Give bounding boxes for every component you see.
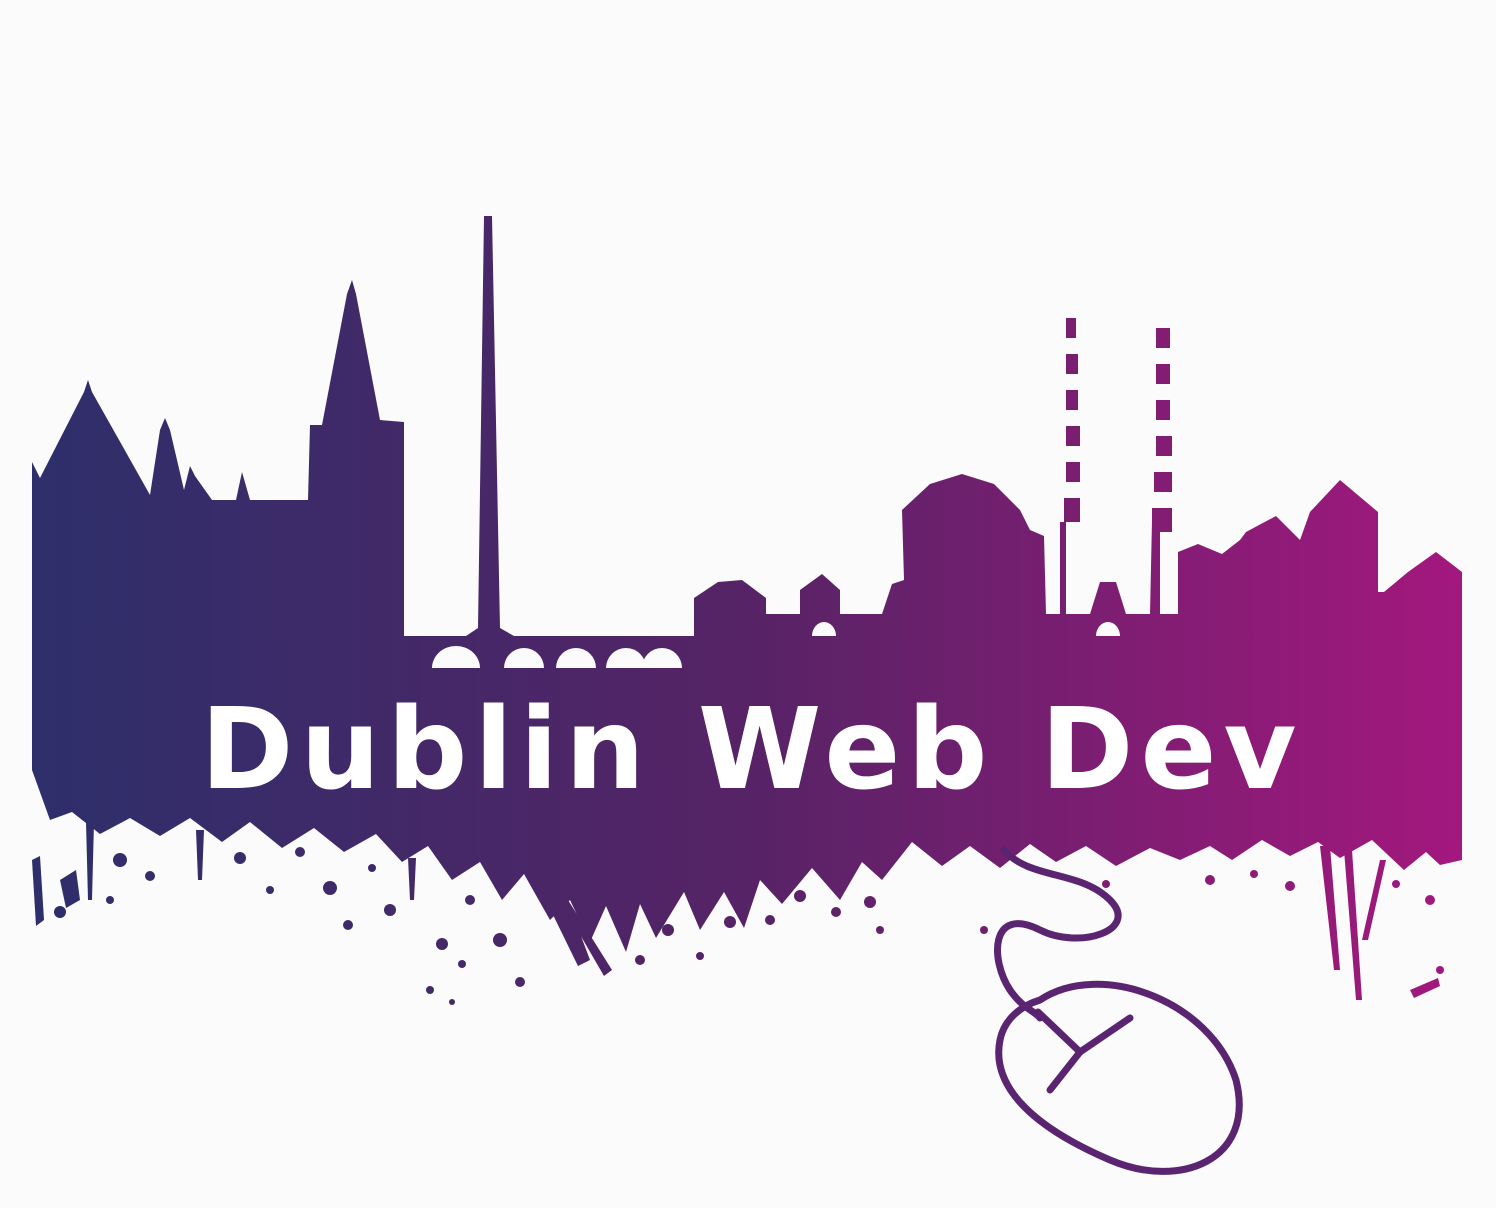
dublin-web-dev-logo: Dublin Web Dev	[32, 216, 1462, 1175]
computer-mouse-icon	[994, 846, 1243, 1175]
logo-title: Dublin Web Dev	[201, 685, 1304, 815]
dublin-skyline-icon	[32, 216, 1462, 1005]
chimney-stripes	[1064, 318, 1172, 532]
